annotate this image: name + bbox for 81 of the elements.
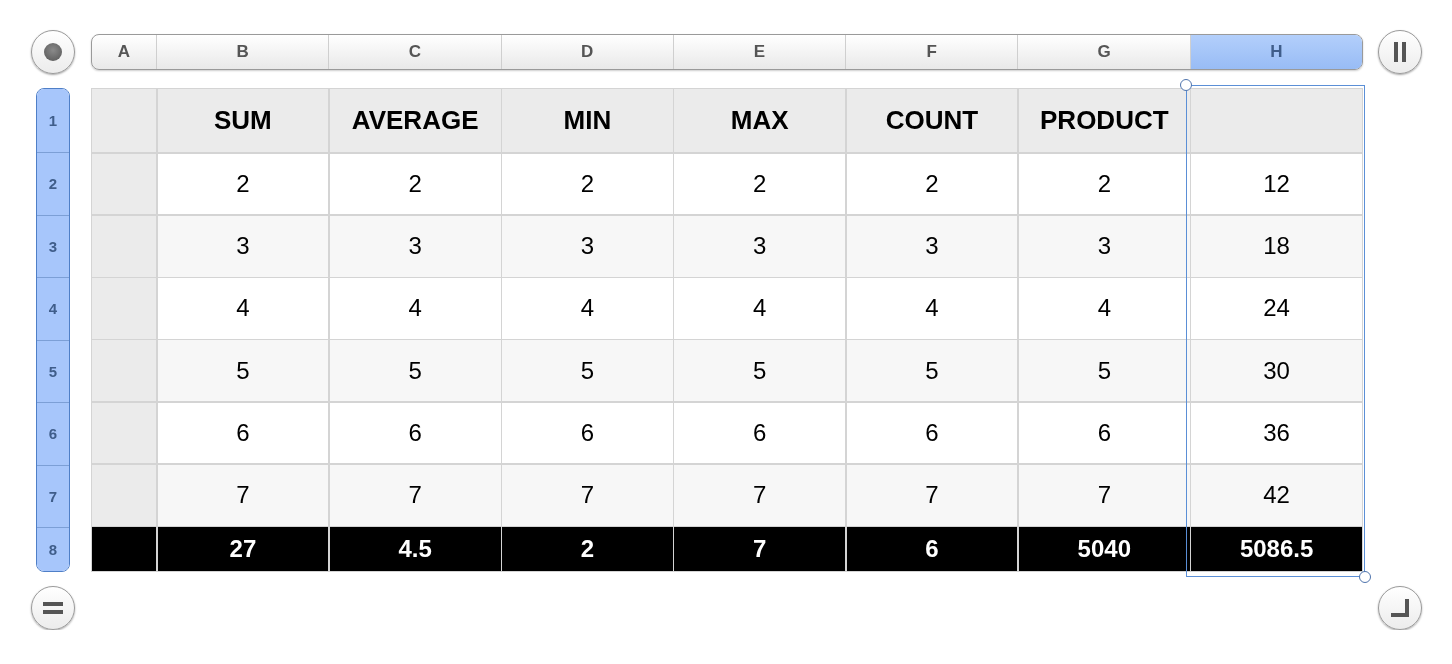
table-cell: 18 — [1191, 215, 1362, 277]
table-cell: 12 — [1191, 153, 1362, 215]
equals-icon — [43, 602, 63, 614]
table-cell: 6 — [502, 402, 673, 464]
column-header[interactable]: F — [845, 35, 1018, 69]
column-title: SUM — [157, 89, 329, 152]
table-cell: 5 — [846, 340, 1018, 401]
table-cell: 6 — [1018, 402, 1190, 464]
table-cell: 2 — [329, 153, 501, 215]
corner-icon — [1391, 599, 1409, 617]
column-title: COUNT — [846, 89, 1018, 152]
table-cell: 6 — [329, 402, 501, 464]
table-cell: 3 — [1018, 215, 1190, 277]
table-cell: 4.5 — [329, 527, 501, 571]
pause-icon — [1394, 42, 1406, 62]
table-handle-button[interactable] — [31, 30, 75, 74]
add-row-button[interactable] — [31, 586, 75, 630]
column-header[interactable]: C — [328, 35, 501, 69]
column-header[interactable]: D — [500, 35, 673, 69]
table-cell: 27 — [157, 527, 329, 571]
table-cell: 3 — [329, 215, 501, 277]
row-header[interactable]: 8 — [37, 527, 69, 571]
table-cell: 7 — [846, 464, 1018, 526]
table-cell: 3 — [502, 215, 673, 277]
column-header[interactable]: G — [1017, 35, 1190, 69]
column-title: AVERAGE — [329, 89, 501, 152]
table-cell: 42 — [1191, 464, 1362, 526]
row-header[interactable]: 1 — [37, 89, 69, 152]
table-cell: 4 — [846, 278, 1018, 339]
table-cell: 2 — [502, 527, 673, 571]
table-cell: 7 — [1018, 464, 1190, 526]
row-header[interactable]: 6 — [37, 402, 69, 465]
row-header[interactable]: 2 — [37, 152, 69, 215]
table-cell: 6 — [846, 527, 1018, 571]
resize-handle[interactable] — [1359, 571, 1371, 583]
table-cell: 3 — [674, 215, 846, 277]
resize-handle[interactable] — [1180, 79, 1193, 91]
table-cell: 2 — [674, 153, 846, 215]
table-cell: 5 — [329, 340, 501, 401]
table-cell: 7 — [674, 527, 846, 571]
table-cell: 3 — [846, 215, 1018, 277]
row-header[interactable]: 3 — [37, 214, 69, 277]
table-cell: 4 — [502, 278, 673, 339]
column-title: PRODUCT — [1018, 89, 1190, 152]
row-header[interactable]: 4 — [37, 277, 69, 340]
table-cell: 5 — [502, 340, 673, 401]
table-cell: 24 — [1191, 278, 1362, 339]
table-cell: 5040 — [1018, 527, 1190, 571]
table-cell: 6 — [846, 402, 1018, 464]
table-cell: 2 — [157, 153, 329, 215]
resize-table-button[interactable] — [1378, 586, 1422, 630]
add-column-button[interactable] — [1378, 30, 1422, 74]
table-cell: 2 — [1018, 153, 1190, 215]
table-cell: 7 — [157, 464, 329, 526]
table-cell: 4 — [1018, 278, 1190, 339]
column-title: MAX — [674, 89, 846, 152]
table-cell: 5086.5 — [1191, 527, 1362, 571]
column-header[interactable]: B — [156, 35, 329, 69]
column-header[interactable]: H — [1189, 35, 1362, 69]
table-cell: 30 — [1191, 340, 1362, 401]
table-cell: 5 — [674, 340, 846, 401]
table-cell: 4 — [674, 278, 846, 339]
table-cell: 6 — [674, 402, 846, 464]
table-cell: 5 — [157, 340, 329, 401]
column-title: MIN — [502, 89, 673, 152]
column-header[interactable]: A — [92, 35, 156, 69]
table-cell: 7 — [502, 464, 673, 526]
table-cell: 7 — [329, 464, 501, 526]
table-cell: 5 — [1018, 340, 1190, 401]
row-header[interactable]: 5 — [37, 339, 69, 402]
table-cell: 36 — [1191, 402, 1362, 464]
column-header[interactable]: E — [672, 35, 846, 69]
row-header[interactable]: 7 — [37, 464, 69, 527]
table-cell: 7 — [674, 464, 846, 526]
table-cell: 3 — [157, 215, 329, 277]
dot-icon — [44, 43, 62, 61]
table-cell: 6 — [157, 402, 329, 464]
table-cell: 4 — [329, 278, 501, 339]
table-cell: 4 — [157, 278, 329, 339]
table-cell: 2 — [846, 153, 1018, 215]
table-cell: 2 — [502, 153, 673, 215]
